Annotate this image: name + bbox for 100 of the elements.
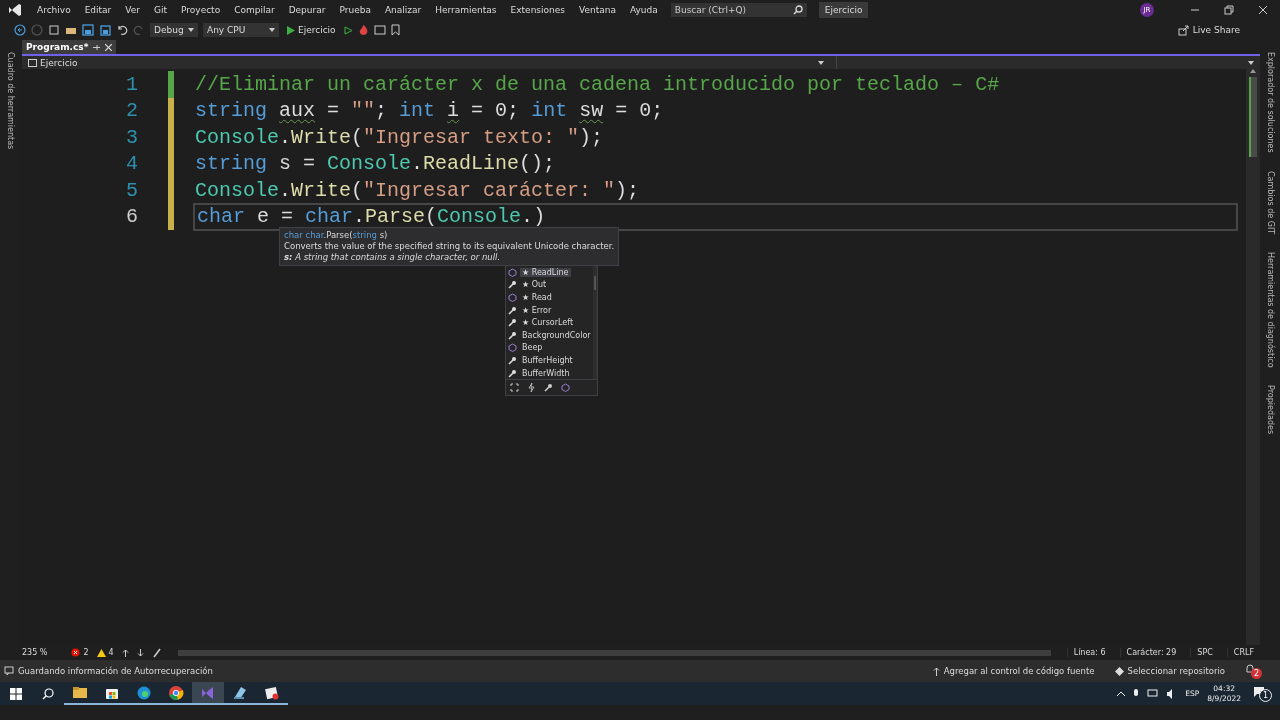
error-icon [71,648,81,657]
configuration-dropdown[interactable]: Debug [150,23,198,37]
menu-item[interactable]: Ver [118,5,147,15]
tool-window-tab[interactable]: Herramientas de diagnóstico [1265,247,1275,372]
vertical-scrollbar[interactable] [1246,69,1260,645]
message-icon [4,666,14,676]
wrench-icon[interactable] [544,383,553,393]
code-line: string s = Console.ReadLine(); [194,151,557,176]
horizontal-scrollbar[interactable] [177,649,1051,656]
completion-item[interactable]: Beep [520,343,545,353]
microphone-icon[interactable] [1133,688,1140,699]
menu-item[interactable]: Git [147,5,175,15]
menu-item[interactable]: Extensiones [503,5,572,15]
scroll-thumb[interactable] [1249,77,1257,157]
completion-item[interactable]: ★ CursorLeft [520,318,576,328]
line-number: 2 [125,99,138,123]
close-icon [1258,5,1268,15]
column-indicator: Carácter: 29 [1119,648,1183,657]
action-center-button[interactable]: 1 [1253,685,1272,702]
bracket-icon[interactable] [510,383,519,393]
share-icon [1177,24,1189,36]
status-message: Guardando información de Autorrecuperación [18,666,213,676]
completion-item[interactable]: BackgroundColor [520,330,593,340]
wrench-icon [508,305,517,315]
line-number: 1 [125,72,138,96]
menu-item[interactable]: Ayuda [622,5,665,15]
menu-item[interactable]: Analizar [377,5,429,15]
menu-item[interactable]: Proyecto [174,5,228,15]
close-icon[interactable] [105,43,113,51]
method-summary: Converts the value of the specified string to its equivalent Unicode character. [284,241,615,252]
wrench-icon [508,355,517,365]
save-icon[interactable] [82,24,94,36]
arrow-up-icon [932,666,940,676]
menu-item[interactable]: Editar [77,5,119,15]
menu-item[interactable]: Depurar [281,5,333,15]
tool-window-tab[interactable]: Propiedades [1265,381,1275,439]
bookmark-icon[interactable] [390,24,400,36]
start-button[interactable]: Ejercicio [284,25,339,35]
tool-window-tab[interactable]: Explorador de soluciones [1265,48,1275,157]
indentation-indicator[interactable]: SPC [1190,648,1219,657]
warning-count[interactable]: 4 [96,648,114,657]
completion-scrollbar[interactable] [592,266,597,380]
zoom-dropdown[interactable]: 235 % [22,648,48,657]
solution-name: Ejercicio [818,2,869,18]
platform-dropdown[interactable]: Any CPU [203,23,279,37]
search-icon [42,687,54,700]
wrench-icon [508,280,517,290]
cube-icon[interactable] [561,383,570,393]
caret-icon[interactable] [1248,60,1254,65]
arrow-down-icon[interactable] [136,648,144,657]
parameter-description: s: A string that contains a single character, or null. [284,252,502,263]
line-number: 5 [125,178,138,202]
play-outline-icon[interactable] [343,25,353,35]
document-tab[interactable]: Program.cs* [22,40,117,54]
pin-icon[interactable] [93,43,101,51]
save-all-icon[interactable] [99,24,111,36]
line-number: 3 [125,125,138,149]
completion-item[interactable]: ★ ReadLine [520,267,571,277]
back-icon[interactable] [14,24,26,36]
menu-item[interactable]: Herramientas [428,5,504,15]
method-signature: char char.Parse(string s) [284,230,389,241]
lightning-icon[interactable] [527,383,536,393]
cube-icon [508,267,517,277]
source-control-button[interactable]: Agregar al control de código fuente [932,666,1095,676]
repository-button[interactable]: Seleccionar repositorio [1114,666,1225,676]
undo-icon[interactable] [116,24,128,36]
menu-item[interactable]: Prueba [332,5,378,15]
code-line: Console.Write("Ingresar texto: "); [194,125,605,150]
completion-item[interactable]: ★ Out [520,280,549,290]
wrench-icon [508,318,517,328]
window-icon[interactable] [373,24,386,36]
live-share-button[interactable]: Live Share [1177,24,1240,36]
bell-icon [1245,663,1255,674]
line-number: 4 [125,152,138,176]
line-number: 6 [125,205,138,229]
windows-icon [10,687,22,700]
completion-item[interactable]: ★ Read [520,293,554,302]
chevron-up-icon[interactable] [1117,691,1126,696]
code-line: //Eliminar un carácter x de una cadena introducido por teclado – C# [194,72,1001,97]
notifications-button[interactable]: 2 [1245,663,1262,679]
menu-item[interactable]: Ventana [572,5,623,15]
error-count[interactable]: 2 [71,648,89,657]
code-line: string aux = ""; int i = 0; int sw = 0; [194,98,665,123]
cube-icon [508,343,517,353]
arrow-up-icon[interactable] [121,648,129,657]
search-icon[interactable] [792,5,803,15]
menu-item[interactable]: Compilar [227,5,282,15]
menu-item[interactable]: Archivo [30,5,78,15]
browser-icon [136,684,152,701]
notification-badge: 2 [1251,667,1262,679]
completion-item[interactable]: BufferHeight [520,355,575,365]
completion-item[interactable]: ★ Error [520,305,554,315]
code-line: Console.Write("Ingresar carácter: "); [194,178,641,203]
play-icon [287,25,295,35]
tool-window-tab[interactable]: Cuadro de herramientas [5,48,15,154]
notification-badge: 1 [1259,688,1272,702]
line-indicator: Línea: 6 [1066,648,1112,657]
warning-icon [96,648,106,657]
tool-window-tab[interactable]: Cambios de GIT [1265,166,1275,238]
completion-item[interactable]: BufferWidth [520,368,572,378]
